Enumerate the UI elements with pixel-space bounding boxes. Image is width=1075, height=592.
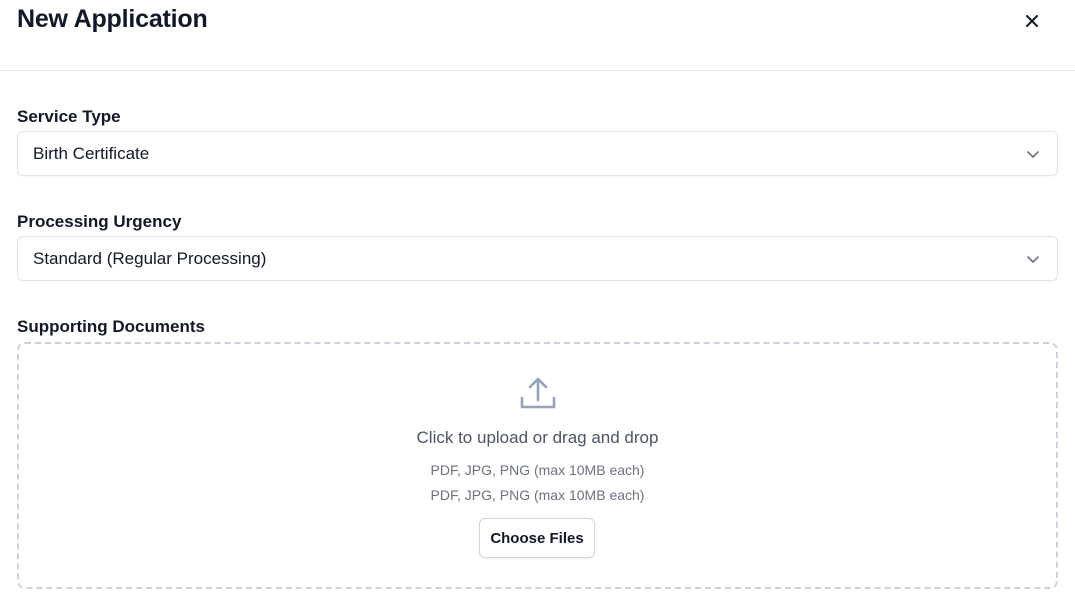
dropzone-hint: PDF, JPG, PNG (max 10MB each): [430, 487, 645, 503]
processing-urgency-value: Standard (Regular Processing): [33, 249, 267, 268]
file-dropzone[interactable]: Click to upload or drag and drop PDF, JP…: [17, 342, 1058, 589]
dropzone-title: Click to upload or drag and drop: [416, 428, 659, 447]
close-icon: [1026, 15, 1038, 27]
service-type-value: Birth Certificate: [33, 144, 150, 163]
modal-header: New Application: [0, 0, 1075, 71]
new-application-modal: New Application Service Type Birth Certi…: [0, 0, 1075, 592]
processing-urgency-label: Processing Urgency: [17, 212, 182, 231]
modal-title: New Application: [17, 5, 208, 33]
service-type-select[interactable]: Birth Certificate: [17, 131, 1058, 176]
processing-urgency-select[interactable]: Standard (Regular Processing): [17, 236, 1058, 281]
choose-files-button[interactable]: Choose Files: [479, 518, 595, 558]
chevron-down-icon: [1027, 151, 1039, 158]
dropzone-hint: PDF, JPG, PNG (max 10MB each): [430, 462, 645, 478]
close-button[interactable]: [1020, 9, 1044, 33]
chevron-down-icon: [1027, 256, 1039, 263]
upload-icon: [520, 377, 556, 409]
service-type-label: Service Type: [17, 107, 121, 126]
supporting-documents-label: Supporting Documents: [17, 317, 205, 336]
